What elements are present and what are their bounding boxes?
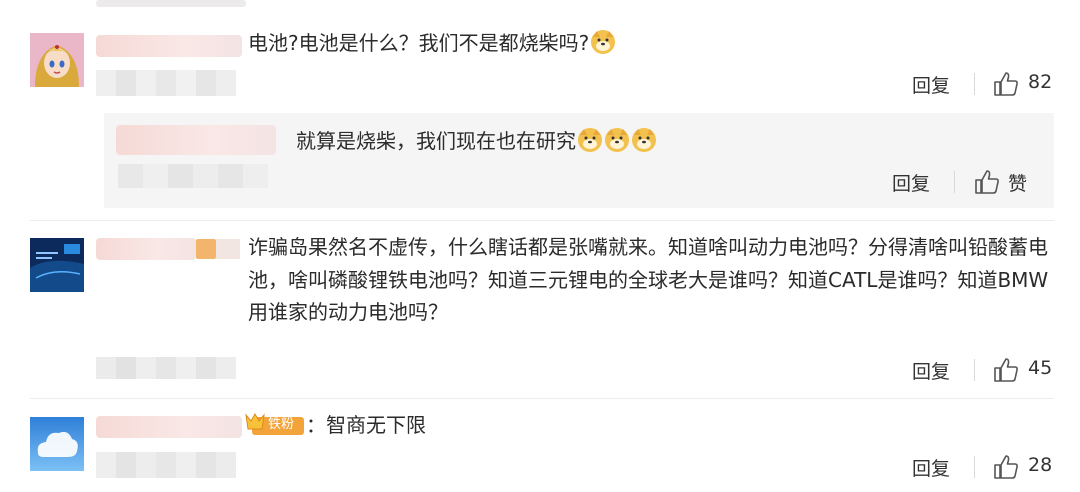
comment-text: ：智商无下限 [306, 413, 426, 437]
username-blurred[interactable] [96, 416, 242, 438]
thumbs-up-icon[interactable] [993, 454, 1019, 480]
comment-divider [30, 220, 1054, 221]
action-divider [974, 73, 975, 95]
like-count: 45 [1028, 357, 1053, 379]
reply-button[interactable]: 回复 [912, 71, 950, 98]
vip-badge-icon [196, 239, 216, 259]
reply-button[interactable]: 回复 [892, 169, 930, 196]
fan-badge-label: 铁粉 [268, 417, 295, 432]
blurred-text-top [96, 0, 246, 7]
timestamp-blurred [96, 452, 236, 478]
badge-blurred [216, 239, 240, 259]
timestamp-blurred [118, 164, 268, 188]
action-divider [954, 171, 955, 193]
crown-badge-icon: 铁粉 [244, 412, 304, 437]
doge-emoji-icon [590, 29, 616, 55]
like-count: 82 [1028, 71, 1053, 93]
username-blurred[interactable] [96, 238, 196, 260]
like-count: 28 [1028, 454, 1053, 476]
doge-emoji-icon [631, 127, 657, 153]
username-blurred[interactable] [116, 125, 276, 155]
reply-button[interactable]: 回复 [912, 454, 950, 481]
like-label[interactable]: 赞 [1008, 169, 1027, 196]
comment-text: 电池?电池是什么？我们不是都烧柴吗? [248, 28, 616, 59]
username-blurred[interactable] [96, 35, 242, 57]
action-divider [974, 456, 975, 478]
reply-button[interactable]: 回复 [912, 357, 950, 384]
action-divider [974, 359, 975, 381]
timestamp-blurred [96, 357, 236, 379]
thumbs-up-icon[interactable] [993, 357, 1019, 383]
thumbs-up-icon[interactable] [974, 169, 1000, 195]
avatar[interactable] [30, 33, 84, 87]
avatar[interactable] [30, 238, 84, 292]
thumbs-up-icon[interactable] [993, 71, 1019, 97]
comment-divider [30, 398, 1054, 399]
doge-emoji-icon [577, 127, 603, 153]
comment-text: 诈骗岛果然名不虚传，什么瞎话都是张嘴就来。知道啥叫动力电池吗？分得清啥叫铅酸蓄电… [248, 235, 1049, 324]
timestamp-blurred [96, 70, 236, 96]
reply-text: 就算是烧柴，我们现在也在研究 [296, 126, 657, 157]
avatar[interactable] [30, 417, 84, 471]
doge-emoji-icon [604, 127, 630, 153]
